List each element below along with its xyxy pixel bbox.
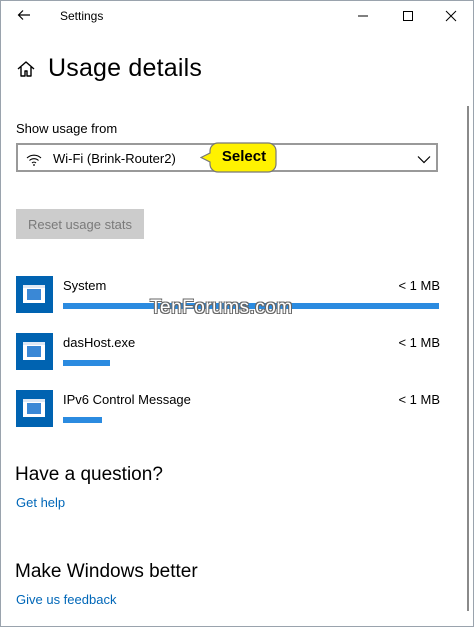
page-title: Usage details xyxy=(48,54,203,82)
app-row-ipv6[interactable]: IPv6 Control Message < 1 MB xyxy=(16,390,440,430)
chevron-down-icon xyxy=(417,152,431,164)
show-usage-label: Show usage from xyxy=(16,121,118,136)
close-button[interactable] xyxy=(428,0,474,32)
give-feedback-link[interactable]: Give us feedback xyxy=(16,592,116,607)
window-title: Settings xyxy=(60,9,104,23)
scrollbar[interactable] xyxy=(467,106,469,611)
app-row-dashost[interactable]: dasHost.exe < 1 MB xyxy=(16,333,440,373)
watermark: TenForums.com xyxy=(150,297,293,318)
minimize-button[interactable] xyxy=(340,0,386,32)
maximize-button[interactable] xyxy=(385,0,431,32)
reset-usage-stats-button[interactable]: Reset usage stats xyxy=(16,209,144,239)
app-usage: < 1 MB xyxy=(398,278,440,293)
feedback-heading: Make Windows better xyxy=(15,561,198,582)
select-callout: Select xyxy=(199,141,278,174)
title-bar: Settings xyxy=(0,0,474,32)
app-usage: < 1 MB xyxy=(398,392,440,407)
network-dropdown-value: Wi-Fi (Brink-Router2) xyxy=(53,151,176,166)
callout-text: Select xyxy=(221,148,267,165)
question-heading: Have a question? xyxy=(15,464,163,485)
usage-bar-track xyxy=(63,360,439,366)
app-window-icon xyxy=(16,390,53,427)
app-window-icon xyxy=(16,276,53,313)
wifi-icon xyxy=(26,152,42,166)
app-window-icon xyxy=(16,333,53,370)
usage-bar xyxy=(63,417,103,423)
app-name: System xyxy=(63,278,107,293)
app-name: dasHost.exe xyxy=(63,335,136,350)
home-icon[interactable] xyxy=(16,59,36,79)
usage-bar-track xyxy=(63,417,439,423)
app-usage: < 1 MB xyxy=(398,335,440,350)
back-arrow-icon[interactable] xyxy=(16,7,32,23)
app-name: IPv6 Control Message xyxy=(63,392,191,407)
usage-bar xyxy=(63,360,110,366)
get-help-link[interactable]: Get help xyxy=(16,495,65,510)
